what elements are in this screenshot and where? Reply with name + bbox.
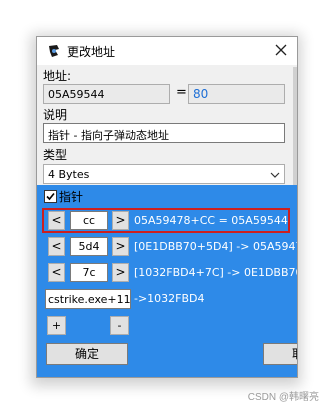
type-select[interactable]: 4 Bytes bbox=[43, 164, 285, 184]
pointer-checkbox[interactable] bbox=[44, 190, 57, 203]
chevron-down-icon bbox=[270, 172, 280, 178]
checkmark-icon bbox=[46, 192, 55, 201]
offset-2-input[interactable]: 5d4 bbox=[70, 237, 108, 256]
cancel-button[interactable]: 取消 bbox=[263, 343, 297, 365]
offset-3-increment-button[interactable]: > bbox=[112, 263, 129, 282]
remove-offset-button[interactable]: - bbox=[110, 316, 129, 335]
base-address-input[interactable]: cstrike.exe+1100 bbox=[45, 289, 131, 309]
address-value-display: 80 bbox=[188, 84, 285, 104]
address-input[interactable]: 05A59544 bbox=[43, 84, 170, 104]
offset-3-resolution: [1032FBD4+7C] -> 0E1DBB70 bbox=[134, 266, 298, 279]
description-input[interactable]: 指针 - 指向子弹动态地址 bbox=[43, 123, 285, 143]
add-offset-button[interactable]: + bbox=[47, 316, 66, 335]
title-bar: 更改地址 bbox=[37, 37, 297, 65]
cheat-engine-icon bbox=[49, 45, 59, 57]
highlight-box bbox=[42, 208, 290, 233]
base-address-resolution: ->1032FBD4 bbox=[134, 292, 205, 305]
dialog-title: 更改地址 bbox=[67, 45, 116, 59]
pointer-checkbox-label: 指针 bbox=[59, 190, 84, 204]
offset-3-input[interactable]: 7c bbox=[70, 263, 108, 282]
pointer-panel: 指针 < cc > 05A59478+CC = 05A59544 < 5d4 >… bbox=[37, 185, 297, 377]
description-label: 说明 bbox=[43, 108, 68, 122]
close-icon[interactable] bbox=[271, 40, 291, 60]
type-label: 类型 bbox=[43, 148, 68, 162]
offset-3-decrement-button[interactable]: < bbox=[48, 263, 65, 282]
offset-2-increment-button[interactable]: > bbox=[112, 237, 129, 256]
address-label: 地址: bbox=[43, 69, 72, 83]
equals-sign: = bbox=[176, 85, 187, 100]
offset-2-decrement-button[interactable]: < bbox=[48, 237, 65, 256]
type-selected-value: 4 Bytes bbox=[48, 168, 90, 181]
offset-2-resolution: [0E1DBB70+5D4] -> 05A59478 bbox=[134, 240, 298, 253]
window-edge-strip bbox=[293, 67, 297, 187]
ok-button[interactable]: 确定 bbox=[46, 343, 128, 365]
change-address-dialog: 更改地址 地址: 05A59544 = 80 说明 指针 - 指向子弹动态地址 … bbox=[36, 36, 298, 378]
watermark-text: CSDN @韩曙亮 bbox=[247, 392, 319, 403]
